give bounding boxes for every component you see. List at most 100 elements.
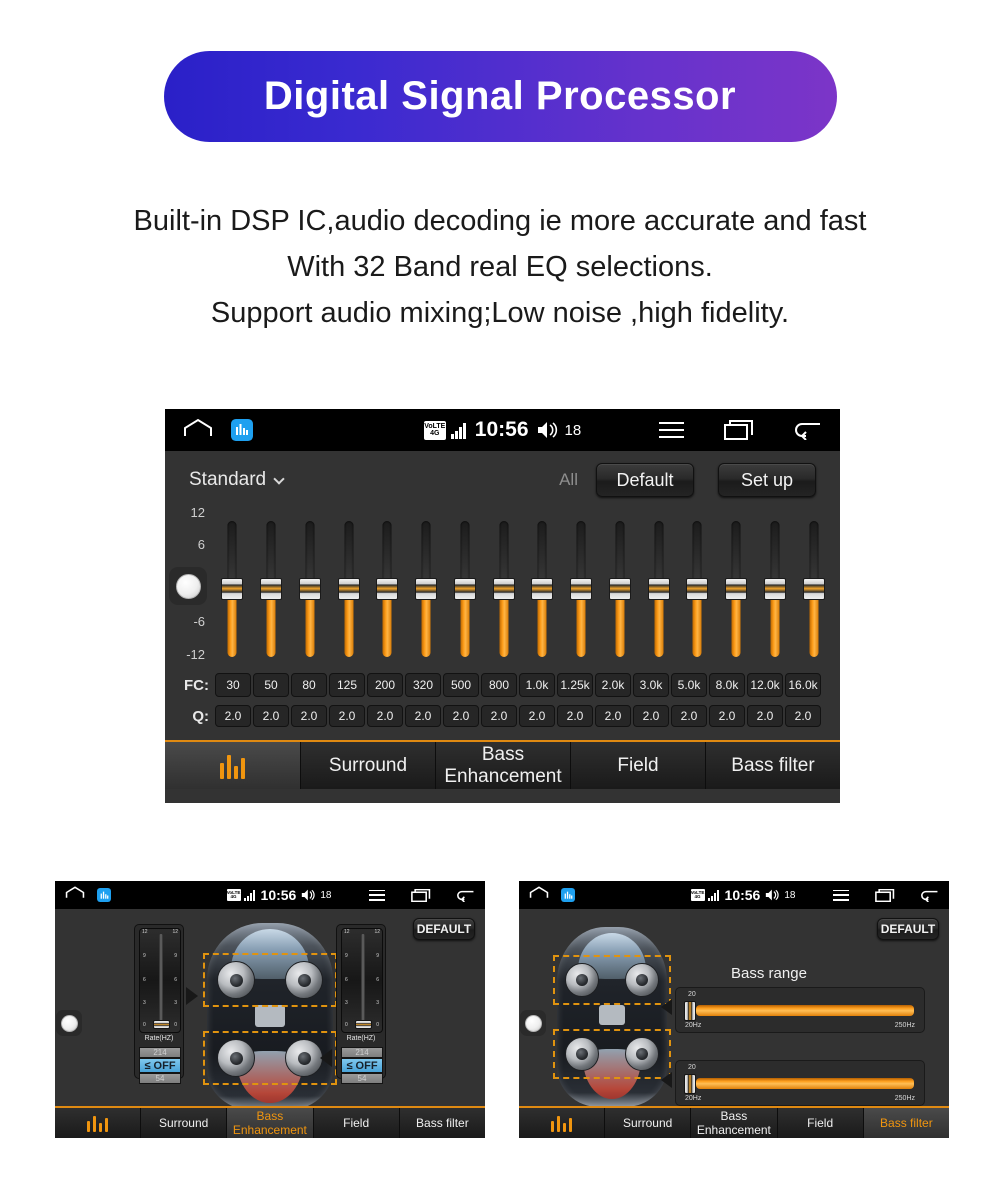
selection-front-pair[interactable]: [553, 955, 671, 1005]
rate-value-top-front[interactable]: 214: [139, 1047, 181, 1058]
fc-cell-10[interactable]: 2.0k: [595, 673, 631, 697]
fc-cell-8[interactable]: 1.0k: [519, 673, 555, 697]
eq-slider-30[interactable]: [213, 509, 252, 669]
bass-handle-rear[interactable]: [684, 1074, 696, 1094]
fc-cell-11[interactable]: 3.0k: [633, 673, 669, 697]
fc-cell-6[interactable]: 500: [443, 673, 479, 697]
eq-slider-320[interactable]: [407, 509, 446, 669]
eq-handle-80[interactable]: [298, 578, 321, 600]
q-cell-13[interactable]: 2.0: [709, 705, 745, 727]
fc-cell-3[interactable]: 125: [329, 673, 365, 697]
q-cell-1[interactable]: 2.0: [253, 705, 289, 727]
eq-slider-16.0k[interactable]: [794, 509, 833, 669]
tab-field[interactable]: Field: [313, 1108, 400, 1138]
default-button[interactable]: DEFAULT: [877, 918, 939, 940]
eq-handle-2.0k[interactable]: [608, 578, 631, 600]
tab-field[interactable]: Field: [571, 742, 706, 789]
eq-handle-800[interactable]: [492, 578, 515, 600]
fc-cell-0[interactable]: 30: [215, 673, 251, 697]
tab-surround[interactable]: Surround: [301, 742, 436, 789]
q-cell-0[interactable]: 2.0: [215, 705, 251, 727]
rate-value-state-front[interactable]: ≤ OFF: [139, 1058, 181, 1073]
q-cell-14[interactable]: 2.0: [747, 705, 783, 727]
eq-handle-125[interactable]: [337, 578, 360, 600]
rate-handle-front[interactable]: [153, 1020, 170, 1029]
bass-range-slider-front[interactable]: 20 20Hz 250Hz: [675, 987, 925, 1033]
tab-surround[interactable]: Surround: [141, 1108, 228, 1138]
eq-handle-1.25k[interactable]: [570, 578, 593, 600]
fc-cell-13[interactable]: 8.0k: [709, 673, 745, 697]
q-cell-9[interactable]: 2.0: [557, 705, 593, 727]
fc-cell-12[interactable]: 5.0k: [671, 673, 707, 697]
fc-cell-4[interactable]: 200: [367, 673, 403, 697]
rotary-knob-icon[interactable]: [520, 1010, 546, 1036]
eq-handle-12.0k[interactable]: [763, 578, 786, 600]
fc-cell-15[interactable]: 16.0k: [785, 673, 821, 697]
eq-handle-5.0k[interactable]: [686, 578, 709, 600]
fc-cell-7[interactable]: 800: [481, 673, 517, 697]
eq-slider-200[interactable]: [368, 509, 407, 669]
eq-handle-320[interactable]: [415, 578, 438, 600]
rotary-knob-icon[interactable]: [169, 567, 207, 605]
eq-handle-16.0k[interactable]: [802, 578, 825, 600]
eq-slider-800[interactable]: [484, 509, 523, 669]
tab-field[interactable]: Field: [777, 1108, 864, 1138]
tab-bass-filter[interactable]: Bass filter: [706, 742, 840, 789]
q-cell-5[interactable]: 2.0: [405, 705, 441, 727]
fc-cell-5[interactable]: 320: [405, 673, 441, 697]
eq-handle-50[interactable]: [260, 578, 283, 600]
eq-slider-1.25k[interactable]: [562, 509, 601, 669]
eq-handle-8.0k[interactable]: [725, 578, 748, 600]
q-cell-6[interactable]: 2.0: [443, 705, 479, 727]
selection-front-pair[interactable]: [203, 953, 337, 1007]
rate-value-state-rear[interactable]: ≤ OFF: [341, 1058, 383, 1073]
fc-cells[interactable]: 30 50 80 125 200 320 500 800 1.0k 1.25k 2.0k 3.0k 5.…: [215, 673, 823, 697]
rate-value-top-rear[interactable]: 214: [341, 1047, 383, 1058]
q-cell-3[interactable]: 2.0: [329, 705, 365, 727]
bass-handle-front[interactable]: [684, 1001, 696, 1021]
q-cell-15[interactable]: 2.0: [785, 705, 821, 727]
tab-bass-filter[interactable]: Bass filter: [863, 1108, 949, 1138]
tab-surround[interactable]: Surround: [605, 1108, 692, 1138]
eq-handle-200[interactable]: [376, 578, 399, 600]
eq-slider-5.0k[interactable]: [678, 509, 717, 669]
eq-handle-1.0k[interactable]: [531, 578, 554, 600]
eq-handle-30[interactable]: [221, 578, 244, 600]
tab-equalizer[interactable]: [55, 1108, 141, 1138]
default-button[interactable]: DEFAULT: [413, 918, 475, 940]
default-button[interactable]: Default: [596, 463, 694, 497]
tab-equalizer[interactable]: [165, 742, 301, 789]
fc-cell-1[interactable]: 50: [253, 673, 289, 697]
q-cell-4[interactable]: 2.0: [367, 705, 403, 727]
selection-rear-pair[interactable]: [553, 1029, 671, 1079]
eq-slider-8.0k[interactable]: [717, 509, 756, 669]
tab-equalizer[interactable]: [519, 1108, 605, 1138]
q-cell-2[interactable]: 2.0: [291, 705, 327, 727]
q-cell-12[interactable]: 2.0: [671, 705, 707, 727]
tab-bass-enhancement[interactable]: Bass Enhancement: [227, 1108, 314, 1138]
eq-slider-2.0k[interactable]: [601, 509, 640, 669]
eq-slider-80[interactable]: [291, 509, 330, 669]
rate-slider-front[interactable]: 12 12 9 9 6 6 3 3 0 0 Rate(HZ) 214 ≤ OFF…: [134, 924, 184, 1084]
rate-slider-rear[interactable]: 12 12 9 9 6 6 3 3 0 0 Rate(HZ) 214 ≤ OFF…: [336, 924, 386, 1084]
tab-bass-enhancement[interactable]: Bass Enhancement: [691, 1108, 778, 1138]
rate-handle-rear[interactable]: [355, 1020, 372, 1029]
eq-slider-1.0k[interactable]: [523, 509, 562, 669]
rate-value-bottom-front[interactable]: 54: [139, 1073, 181, 1084]
selection-rear-pair[interactable]: [203, 1031, 337, 1085]
rotary-knob-icon[interactable]: [56, 1010, 82, 1036]
eq-slider-50[interactable]: [252, 509, 291, 669]
tab-bass-filter[interactable]: Bass filter: [399, 1108, 485, 1138]
eq-slider-125[interactable]: [329, 509, 368, 669]
tab-bass-enhancement[interactable]: Bass Enhancement: [436, 742, 571, 789]
fc-cell-9[interactable]: 1.25k: [557, 673, 593, 697]
q-cell-11[interactable]: 2.0: [633, 705, 669, 727]
eq-handle-500[interactable]: [453, 578, 476, 600]
q-cell-7[interactable]: 2.0: [481, 705, 517, 727]
fc-cell-14[interactable]: 12.0k: [747, 673, 783, 697]
bass-range-slider-rear[interactable]: 20 20Hz 250Hz: [675, 1060, 925, 1106]
eq-slider-3.0k[interactable]: [639, 509, 678, 669]
fc-cell-2[interactable]: 80: [291, 673, 327, 697]
eq-handle-3.0k[interactable]: [647, 578, 670, 600]
eq-slider-12.0k[interactable]: [756, 509, 795, 669]
